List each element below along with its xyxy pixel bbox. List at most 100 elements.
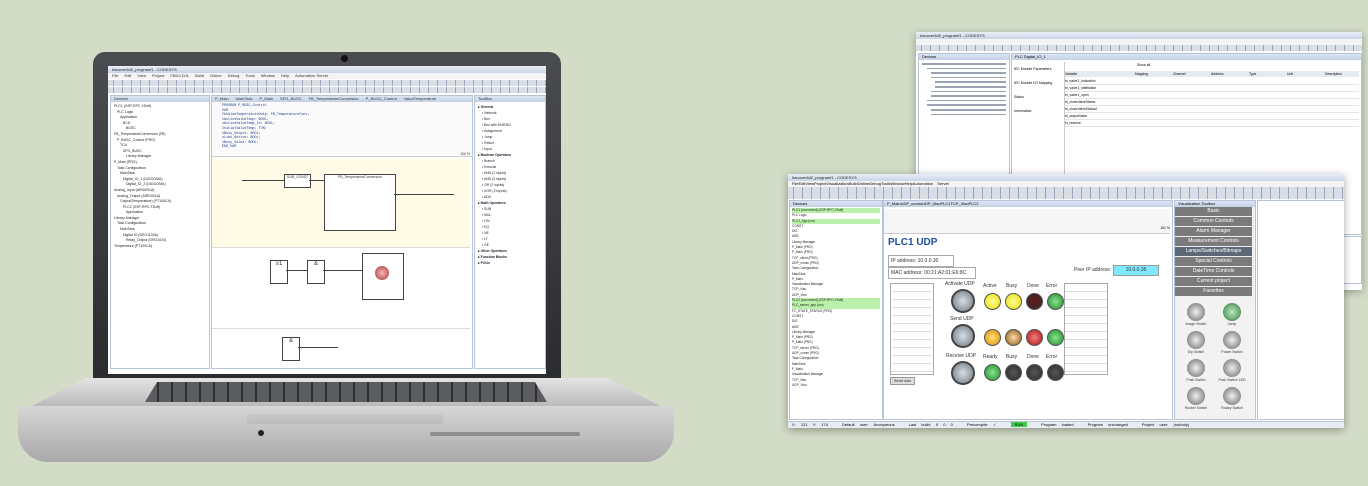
widget-icon[interactable] (1223, 303, 1241, 321)
fbd-network-3[interactable]: & (212, 329, 470, 367)
toolbox-category[interactable]: Measurement Controls (1175, 237, 1252, 247)
status-item[interactable]: RUN (1010, 422, 1028, 427)
toolbox-category[interactable]: Basic (1175, 207, 1252, 217)
toolbar-2[interactable] (788, 193, 1344, 199)
fbd-block-and[interactable]: & (282, 337, 300, 361)
table-row[interactable]: bi_valve1_open (1065, 92, 1359, 99)
config-nav-item[interactable]: IEC Module Parameters (1014, 62, 1064, 76)
menu-item[interactable]: Automation Server (913, 181, 949, 186)
table-row[interactable]: bi_closeValveStatus2 (1065, 106, 1359, 113)
editor-tab[interactable]: MainTask (236, 96, 253, 101)
config-nav-item[interactable]: Status (1014, 90, 1064, 104)
menu-item[interactable]: Visualization (826, 181, 848, 186)
status-item[interactable]: Default user: Anonymous (842, 422, 895, 427)
filter-label[interactable]: Show all (1137, 63, 1150, 67)
editor-tab[interactable]: PLC2 (968, 201, 978, 206)
menu-item[interactable]: Online (858, 181, 870, 186)
menu-item[interactable]: Help (905, 181, 913, 186)
fbd-network-2[interactable]: ≥1 & (212, 248, 470, 329)
visu-toolbox[interactable]: Visualization Toolbox Basic Common Contro… (1174, 200, 1256, 420)
menu-item[interactable]: Debug (869, 181, 881, 186)
fbd-block-sub-const[interactable]: SUB_CONST (284, 174, 311, 188)
menu-item[interactable]: Window (890, 181, 904, 186)
menu-item[interactable]: Debug (228, 73, 240, 78)
table-body[interactable]: bi_valve1_indication bi_valve1_stitellati… (1065, 78, 1359, 127)
editor-tab[interactable]: P_Main (259, 96, 273, 101)
device-tree-list[interactable]: PLC1 (connected) [XSP-RPC XSoft] PLC Logi… (790, 207, 882, 389)
menu-item[interactable]: File (112, 73, 118, 78)
menu-item[interactable]: View (137, 73, 146, 78)
column-header[interactable]: Mapping (1135, 71, 1173, 77)
visu-editor[interactable]: P_MainUDP_commUDP_VisuPLC1TCP_VisuPLC2 1… (883, 200, 1173, 420)
widget-icon[interactable] (1223, 387, 1241, 405)
properties-pane[interactable] (1257, 200, 1344, 420)
fbd-block-or[interactable]: ≥1 (270, 260, 288, 284)
status-item[interactable]: Last build: 0 0 0 (909, 422, 953, 427)
activate-udp-button[interactable] (951, 289, 975, 313)
status-item[interactable]: Precompile: ✓ (967, 422, 997, 427)
toolbox-category[interactable]: Common Controls (1175, 217, 1252, 227)
menu-item[interactable]: Project (814, 181, 826, 186)
reset-button[interactable]: Reset data (890, 377, 915, 385)
menu-item[interactable]: Build (849, 181, 858, 186)
menu-item[interactable]: Online (210, 73, 222, 78)
column-header[interactable]: Type (1249, 71, 1287, 77)
toolbox-category[interactable]: DateTime Controls (1175, 267, 1252, 277)
table-row[interactable]: bi_closeValveStatus (1065, 99, 1359, 106)
device-tree[interactable]: Devices PLC1 (XSP-RPC XSoft) PLC Logic App… (110, 95, 210, 369)
widget-icon[interactable] (1223, 331, 1241, 349)
menu-item[interactable]: FBD/LD/IL (170, 73, 189, 78)
peer-ip-field[interactable]: 10.0.0.35 (1113, 265, 1159, 276)
menu-item[interactable]: Edit (124, 73, 131, 78)
menu-items[interactable]: File Edit View Project FBD/LD/IL Build Online D… (112, 73, 334, 78)
widget-icon[interactable] (1187, 303, 1205, 321)
menu-item[interactable]: Automation Server (295, 73, 328, 78)
table-row[interactable]: bi_reserve (1065, 120, 1359, 127)
column-header[interactable]: Address (1211, 71, 1249, 77)
toolbar-2[interactable] (108, 87, 546, 93)
editor-pane[interactable]: P_Main MainTask P_Main SFG_BUSC FB_Temperatu… (211, 95, 473, 369)
config-nav-item[interactable]: Information (1014, 104, 1064, 118)
declaration-area[interactable] (884, 209, 1170, 234)
send-data-table[interactable] (890, 283, 934, 375)
table-row[interactable]: bi_outputValve (1065, 113, 1359, 120)
status-item[interactable]: X: 121 Y: 174 (792, 422, 828, 427)
status-item[interactable]: Project user: (nobody) (1142, 422, 1189, 427)
device-tree[interactable]: Devices PLC1 (connected) [XSP-RPC XSoft]… (789, 200, 883, 420)
config-tab[interactable]: PLC Digital_IO_1 (1012, 54, 1361, 60)
toolbox-list[interactable]: ▸ General ▪ Network ▪ Box ▪ Box with EN/ENO… (475, 102, 545, 268)
column-header[interactable]: Unit (1287, 71, 1325, 77)
toolbox-category[interactable]: Lamps/Switches/Bitmaps (1175, 247, 1252, 257)
column-header[interactable]: Channel (1173, 71, 1211, 77)
editor-tab[interactable]: UDP_Visu (922, 201, 940, 206)
widget-icon[interactable] (1187, 331, 1205, 349)
receive-udp-button[interactable] (951, 361, 975, 385)
editor-tab[interactable]: TCP_Visu (951, 201, 969, 206)
tree-item[interactable]: Temperature (PT100CA) (114, 244, 206, 250)
menu-item[interactable]: Project (152, 73, 164, 78)
toolbox-category[interactable]: Alarm Manager (1175, 227, 1252, 237)
tree-item[interactable]: UDP_Visu (792, 383, 880, 388)
editor-tab[interactable]: SFG_BUSC (280, 96, 302, 101)
toolbar[interactable] (108, 80, 546, 86)
editor-tab[interactable]: ValueTemperature (404, 96, 436, 101)
editor-tabs[interactable]: P_MainUDP_commUDP_VisuPLC1TCP_VisuPLC2 (884, 201, 1172, 207)
status-item[interactable]: Program loaded (1041, 422, 1073, 427)
udp-window[interactable]: hanover642_programf1 - CODESYS FileEditV… (788, 174, 1344, 428)
editor-tab[interactable]: PLC1 (941, 201, 951, 206)
widget-icon[interactable] (1187, 387, 1205, 405)
editor-tab[interactable]: P_Main (887, 201, 901, 206)
table-row[interactable]: bi_valve1_stitellation (1065, 85, 1359, 92)
menu-item[interactable]: Tools (245, 73, 254, 78)
menu-item[interactable]: View (805, 181, 814, 186)
toolbox-categories[interactable]: Basic Common Controls Alarm Manager Measure… (1175, 207, 1255, 297)
device-tree-list[interactable]: PLC1 (XSP-RPC XSoft) PLC Logic Application… (111, 102, 209, 251)
receive-data-table[interactable] (1064, 283, 1108, 375)
widget-icon[interactable] (1223, 359, 1241, 377)
toolbox-group[interactable]: ▸ POUs (478, 260, 542, 266)
toolbox-category[interactable]: Current project (1175, 277, 1252, 287)
toolbar[interactable] (916, 45, 1362, 51)
menu-item[interactable]: Help (281, 73, 289, 78)
column-header[interactable]: Description (1325, 71, 1362, 77)
column-header[interactable]: Variable (1065, 71, 1135, 77)
